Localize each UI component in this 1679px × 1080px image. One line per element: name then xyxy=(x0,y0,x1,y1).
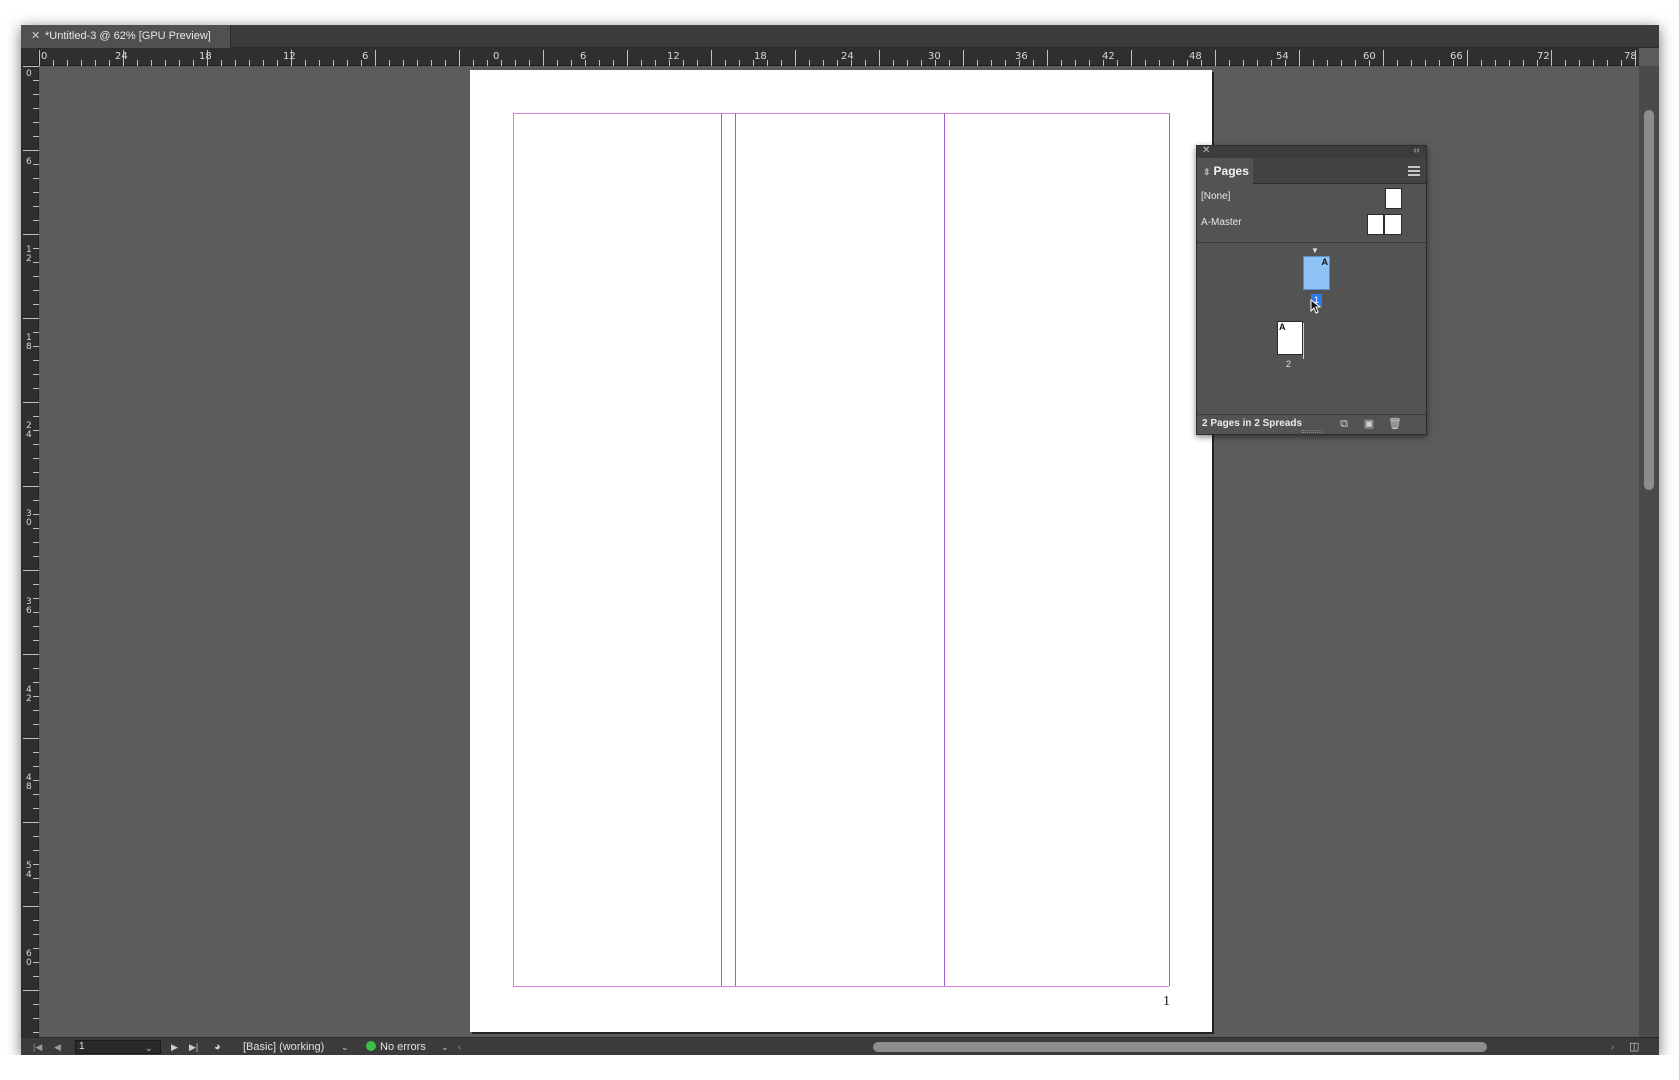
preflight-menu-icon[interactable]: ◕ xyxy=(214,1038,221,1055)
ruler-label: 5 4 xyxy=(26,861,32,880)
page-thumbnail-selected[interactable]: A xyxy=(1303,256,1330,290)
ruler-label: 24 xyxy=(841,51,854,62)
close-panel-icon[interactable]: ✕ xyxy=(1202,145,1210,156)
ruler-label: 2 4 xyxy=(26,421,32,440)
page-dropdown-icon[interactable]: ⌄ xyxy=(145,1039,153,1055)
spine-line xyxy=(1303,323,1304,359)
preflight-status-text: No errors xyxy=(380,1041,426,1053)
panel-resize-grip[interactable] xyxy=(1302,430,1322,433)
ruler-label: 78 xyxy=(1624,51,1637,62)
vertical-scroll-thumb[interactable] xyxy=(1644,110,1654,490)
collapse-panel-icon[interactable]: ‹‹ xyxy=(1413,145,1420,156)
pages-panel: ✕ ‹‹ ⇕ Pages [None] A-Master ▼ A 1 A 2 2 … xyxy=(1196,145,1427,435)
scroll-left-icon[interactable]: ‹ xyxy=(458,1038,461,1055)
document-tab[interactable]: ✕ *Untitled-3 @ 62% [GPU Preview] xyxy=(21,25,231,48)
ruler-label: 1 2 xyxy=(26,245,32,264)
ruler-origin[interactable] xyxy=(21,48,39,66)
ruler-label: 6 xyxy=(580,51,587,62)
ruler-label: 36 xyxy=(1015,51,1028,62)
column-guide xyxy=(944,113,945,986)
preflight-status-dropdown-icon[interactable]: ⌄ xyxy=(441,1038,449,1055)
panel-divider xyxy=(1197,242,1426,243)
ruler-label: 3 6 xyxy=(26,597,32,616)
master-none[interactable]: [None] xyxy=(1197,184,1426,210)
ruler-label: 12 xyxy=(667,51,680,62)
top-margin-guide xyxy=(513,113,1169,114)
ruler-label: 66 xyxy=(1450,51,1463,62)
ruler-label: 18 xyxy=(754,51,767,62)
ruler-label: 6 xyxy=(26,157,32,167)
split-window-icon[interactable]: ◫ xyxy=(1629,1038,1639,1055)
page-number: 1 xyxy=(1163,994,1170,1009)
ruler-label: 24 xyxy=(115,51,128,62)
ruler-label: 4 2 xyxy=(26,685,32,704)
delete-page-icon[interactable]: 🗑 xyxy=(1388,418,1402,430)
ruler-label: 30 xyxy=(928,51,941,62)
ruler-label: 72 xyxy=(1537,51,1550,62)
desktop-background xyxy=(0,1055,1679,1080)
ruler-label: 0 xyxy=(493,51,500,62)
document-tab-bar: ✕ *Untitled-3 @ 62% [GPU Preview] xyxy=(21,25,1659,48)
column-guide xyxy=(735,113,736,986)
edit-page-size-icon[interactable]: ⧉ xyxy=(1338,418,1350,430)
ruler-label: 42 xyxy=(1102,51,1115,62)
scroll-right-icon[interactable]: › xyxy=(1611,1038,1614,1055)
column-guide xyxy=(721,113,722,986)
spine-marker-icon: ▼ xyxy=(1311,246,1319,255)
panel-tab-arrows-icon: ⇕ xyxy=(1203,167,1211,177)
horizontal-ruler-ticks xyxy=(39,50,1636,66)
ruler-label: 18 xyxy=(199,51,212,62)
page-number-label[interactable]: 2 xyxy=(1286,359,1291,369)
previous-page-icon[interactable]: ◀ xyxy=(54,1038,61,1055)
master-thumbnail[interactable] xyxy=(1385,188,1402,209)
vertical-ruler[interactable]: 0 6 1 2 1 8 2 4 3 0 3 6 4 2 4 8 5 4 6 0 xyxy=(21,66,39,1041)
master-a[interactable]: A-Master xyxy=(1197,210,1426,236)
vertical-scrollbar[interactable] xyxy=(1639,66,1659,1041)
ruler-label: 6 0 xyxy=(26,949,32,968)
ruler-label: 48 xyxy=(1189,51,1202,62)
ruler-label: 1 8 xyxy=(26,333,32,352)
ruler-label: 3 0 xyxy=(26,509,32,528)
master-label: A-Master xyxy=(1201,217,1242,228)
ruler-label: 0 xyxy=(41,51,48,62)
preflight-profile-dropdown-icon[interactable]: ⌄ xyxy=(341,1038,349,1055)
next-page-icon[interactable]: ▶ xyxy=(171,1038,178,1055)
ruler-label: 12 xyxy=(283,51,296,62)
preflight-ok-icon xyxy=(366,1041,376,1051)
vertical-ruler-ticks xyxy=(23,66,39,1033)
page-master-letter: A xyxy=(1279,322,1286,332)
mouse-cursor-icon xyxy=(1310,299,1322,314)
document-page[interactable]: 1 xyxy=(470,70,1212,1032)
right-margin-guide xyxy=(1169,113,1170,986)
page-master-letter: A xyxy=(1321,257,1329,267)
horizontal-ruler[interactable]: 0 24 18 12 6 0 6 12 18 24 30 36 42 48 54 60 66 72 78 xyxy=(39,48,1639,66)
horizontal-scroll-thumb[interactable] xyxy=(873,1042,1487,1052)
document-tab-title: *Untitled-3 @ 62% [GPU Preview] xyxy=(45,30,211,42)
status-bar: |◀ ◀ 1 ⌄ ▶ ▶| ◕ [Basic] (working) ⌄ No e… xyxy=(21,1037,1659,1055)
pages-summary: 2 Pages in 2 Spreads xyxy=(1202,418,1303,429)
new-page-icon[interactable]: ▣ xyxy=(1363,418,1375,430)
page-thumbnail[interactable]: A xyxy=(1277,321,1303,355)
panel-tab-label: Pages xyxy=(1213,164,1249,178)
ruler-label: 0 xyxy=(26,69,32,79)
master-left-thumbnail[interactable] xyxy=(1367,214,1384,235)
ruler-label: 6 xyxy=(362,51,369,62)
master-label: [None] xyxy=(1201,191,1231,202)
ruler-label: 54 xyxy=(1276,51,1289,62)
first-page-icon[interactable]: |◀ xyxy=(33,1038,42,1055)
panel-title-bar[interactable]: ✕ ‹‹ xyxy=(1197,145,1426,158)
preflight-status[interactable]: No errors xyxy=(366,1038,426,1055)
close-tab-icon[interactable]: ✕ xyxy=(31,25,45,48)
left-margin-guide xyxy=(513,113,514,986)
tab-pages[interactable]: ⇕ Pages xyxy=(1197,158,1253,184)
last-page-icon[interactable]: ▶| xyxy=(189,1038,198,1055)
preflight-profile[interactable]: [Basic] (working) xyxy=(243,1038,324,1055)
panel-menu-icon[interactable] xyxy=(1408,166,1420,176)
bottom-margin-guide xyxy=(513,986,1169,987)
master-right-thumbnail[interactable] xyxy=(1384,214,1402,235)
ruler-label: 4 8 xyxy=(26,773,32,792)
panel-tab-row: ⇕ Pages xyxy=(1197,158,1426,184)
panel-footer-divider xyxy=(1197,414,1426,415)
ruler-label: 60 xyxy=(1363,51,1376,62)
